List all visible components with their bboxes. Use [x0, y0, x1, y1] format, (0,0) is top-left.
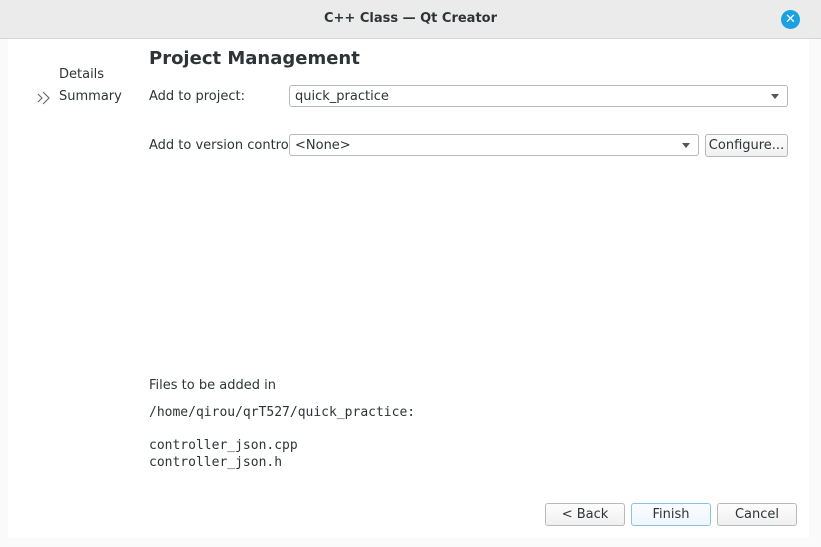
- vcs-combo[interactable]: <None>: [289, 134, 699, 156]
- step-details: Details: [59, 67, 105, 82]
- current-step-arrow-icon: [37, 91, 50, 105]
- files-heading: Files to be added in: [149, 378, 276, 393]
- close-icon[interactable]: ✕: [781, 10, 800, 29]
- project-combo-value: quick_practice: [295, 89, 389, 104]
- cancel-button[interactable]: Cancel: [717, 503, 797, 526]
- project-combo[interactable]: quick_practice: [289, 85, 788, 107]
- configure-button[interactable]: Configure...: [705, 134, 788, 157]
- chevron-down-icon: [682, 143, 690, 148]
- wizard-steps: Details Summary: [8, 39, 140, 538]
- wizard-content: Details Summary Project Management Add t…: [8, 39, 809, 538]
- back-button[interactable]: < Back: [545, 503, 625, 526]
- file-item: controller_json.h: [149, 455, 283, 470]
- add-to-project-label: Add to project:: [149, 89, 245, 104]
- file-item: controller_json.cpp: [149, 438, 298, 453]
- step-summary: Summary: [59, 89, 122, 104]
- files-path: /home/qirou/qrT527/quick_practice:: [149, 405, 416, 420]
- chevron-down-icon: [771, 94, 779, 99]
- add-to-vcs-label: Add to version control:: [149, 138, 297, 153]
- title-bar[interactable]: C++ Class — Qt Creator ✕: [0, 0, 821, 39]
- vcs-combo-value: <None>: [295, 138, 351, 153]
- finish-button[interactable]: Finish: [631, 503, 711, 526]
- window-title: C++ Class — Qt Creator: [323, 11, 498, 26]
- wizard-window: C++ Class — Qt Creator ✕ Details Summary…: [0, 0, 821, 547]
- page-title: Project Management: [149, 48, 360, 69]
